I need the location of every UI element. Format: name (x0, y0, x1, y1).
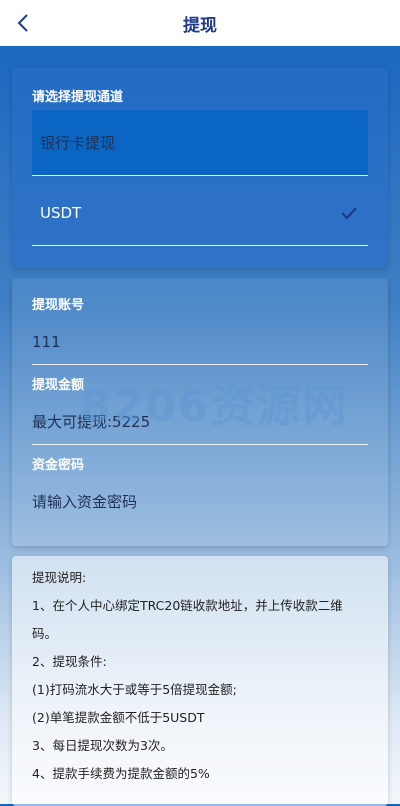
notes-line: 4、提款手续费为提款金额的5% (32, 766, 210, 781)
notes-line: 1、在个人中心绑定TRC20链收款地址，并上传收款二维 (32, 598, 343, 613)
account-label: 提现账号 (32, 298, 85, 313)
notes-line: (2)单笔提款金额不低于5USDT (32, 710, 205, 725)
channel-option-usdt[interactable]: USDT (32, 180, 368, 246)
channel-option-label: 银行卡提现 (40, 134, 116, 152)
channel-label: 请选择提现通道 (32, 90, 124, 105)
checkmark-icon (341, 207, 357, 220)
account-value: 111 (32, 333, 61, 351)
page-title: 提现 (183, 15, 217, 36)
channel-card: 请选择提现通道 银行卡提现 USDT (12, 68, 388, 268)
back-button[interactable] (10, 10, 36, 36)
header-bar: 提现 (0, 0, 400, 46)
amount-input[interactable] (32, 406, 368, 438)
notes-line: 3、每日提现次数为3次。 (32, 738, 173, 753)
divider (32, 444, 368, 445)
notes-line: (1)打码流水大于或等于5倍提现金额; (32, 682, 237, 697)
chevron-left-icon (17, 14, 28, 32)
withdraw-notes-card: 提现说明: 1、在个人中心绑定TRC20链收款地址，并上传收款二维 码。 2、提… (12, 556, 388, 806)
notes-title: 提现说明: (32, 570, 87, 585)
withdraw-form-card: 提现账号 111 提现金额 资金密码 (12, 278, 388, 546)
notes-line: 码。 (32, 626, 58, 641)
password-label: 资金密码 (32, 458, 85, 473)
channel-option-bank[interactable]: 银行卡提现 (32, 110, 368, 176)
amount-label: 提现金额 (32, 378, 85, 393)
password-input[interactable] (32, 486, 368, 518)
channel-option-label: USDT (40, 203, 82, 222)
divider (32, 364, 368, 365)
notes-line: 2、提现条件: (32, 654, 107, 669)
